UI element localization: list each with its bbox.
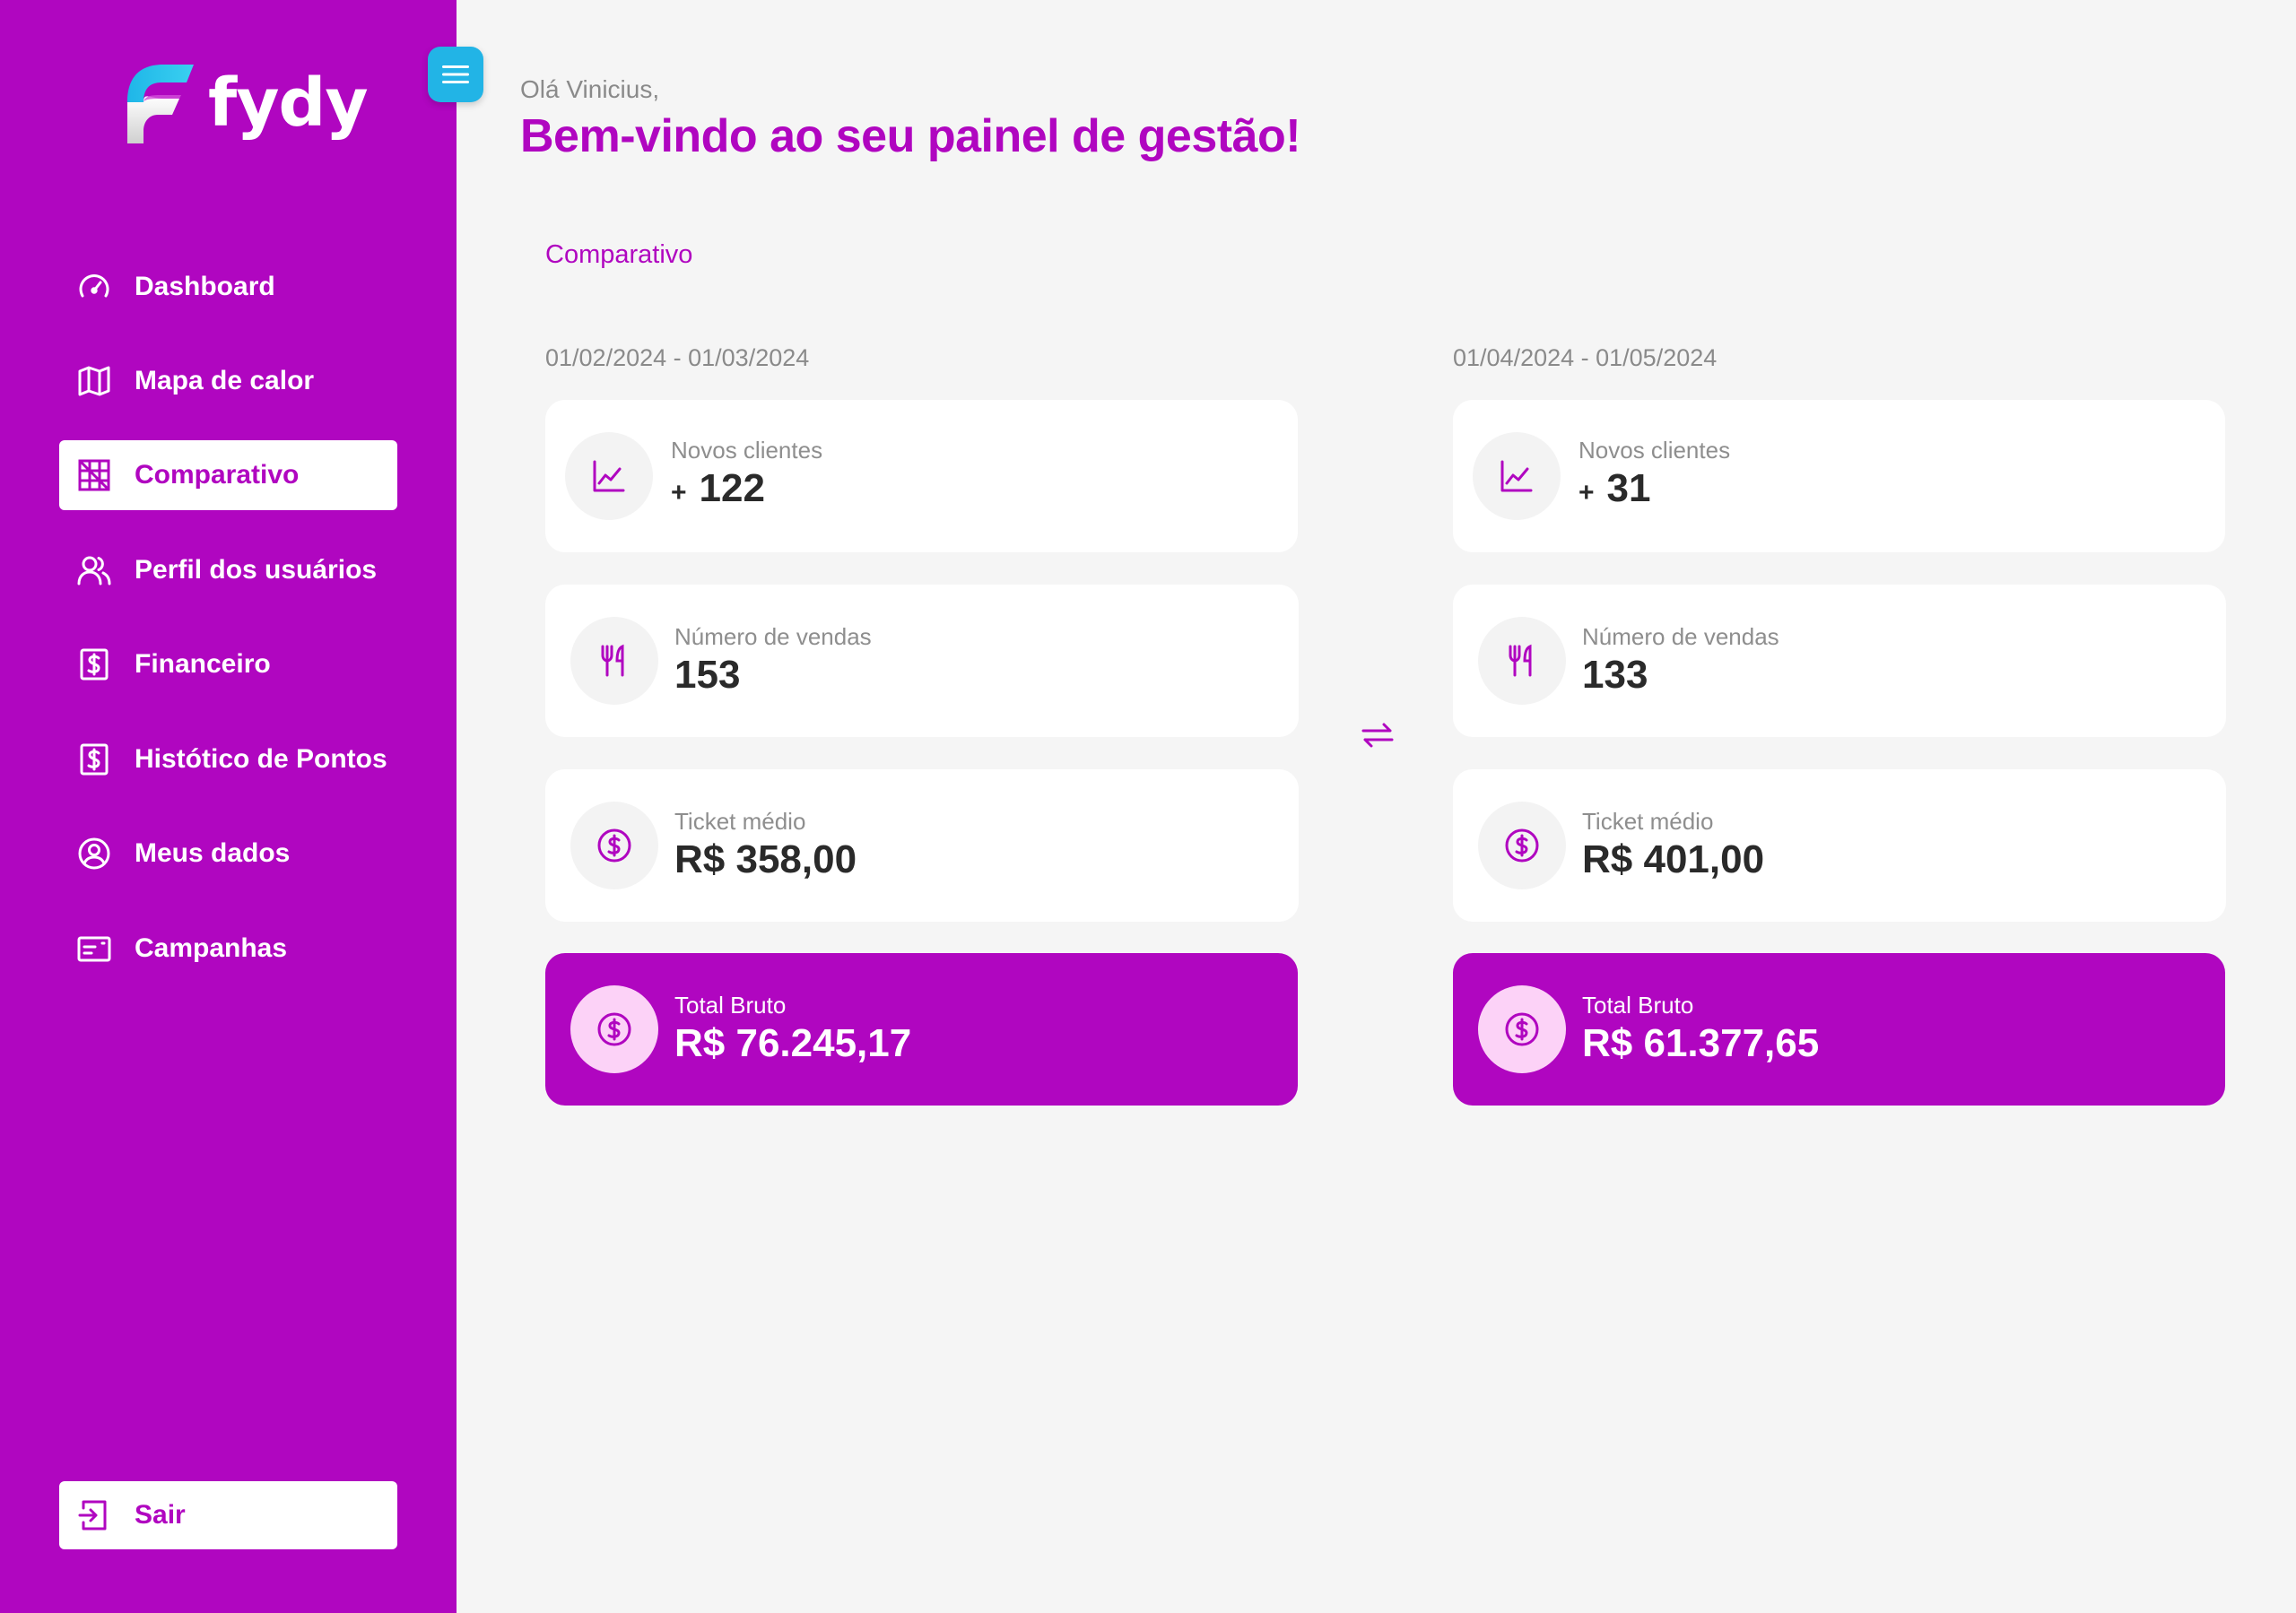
plus-sign: + bbox=[671, 477, 687, 507]
id-card-icon bbox=[75, 930, 113, 967]
dollar-circle-icon bbox=[597, 828, 631, 863]
card-value-row: + 31 bbox=[1578, 464, 1730, 517]
card-value: R$ 76.245,17 bbox=[674, 1021, 912, 1065]
dollar-circle-icon bbox=[597, 1012, 631, 1046]
sales-count-card: Número de vendas 133 bbox=[1453, 585, 2226, 737]
menu-toggle-button[interactable] bbox=[428, 47, 483, 102]
sidebar-item-label: Histótico de Pontos bbox=[135, 744, 387, 774]
sidebar-item-label: Comparativo bbox=[135, 460, 300, 490]
dollar-square-icon bbox=[75, 741, 113, 778]
card-icon-wrap bbox=[1478, 802, 1566, 889]
plus-sign: + bbox=[1578, 477, 1595, 507]
sidebar-item-points-history[interactable]: Histótico de Pontos bbox=[59, 724, 397, 794]
card-label: Número de vendas bbox=[1582, 623, 1779, 650]
sidebar-item-label: Mapa de calor bbox=[135, 366, 315, 395]
period-range-1: 01/02/2024 - 01/03/2024 bbox=[545, 344, 810, 371]
card-icon-wrap bbox=[1478, 985, 1566, 1073]
compare-grid-icon bbox=[75, 456, 113, 494]
card-value: 153 bbox=[674, 653, 741, 697]
fydy-logo-icon bbox=[127, 65, 194, 143]
greeting-text: Olá Vinicius, bbox=[520, 75, 660, 103]
card-value-row: + 122 bbox=[671, 464, 822, 517]
dollar-circle-icon bbox=[1505, 1012, 1539, 1046]
sidebar-item-label: Meus dados bbox=[135, 838, 291, 868]
sidebar-item-label: Dashboard bbox=[135, 272, 275, 301]
card-icon-wrap bbox=[570, 617, 658, 705]
sidebar: fydy Dashboard Mapa de calor Comparativo… bbox=[0, 0, 483, 1613]
card-value: R$ 358,00 bbox=[674, 837, 857, 881]
card-value: R$ 61.377,65 bbox=[1582, 1021, 1820, 1065]
average-ticket-card: Ticket médio R$ 358,00 bbox=[545, 769, 1299, 922]
dollar-circle-icon bbox=[1505, 828, 1539, 863]
card-value: 31 bbox=[1606, 465, 1651, 510]
sidebar-item-label: Perfil dos usuários bbox=[135, 555, 378, 585]
line-chart-icon bbox=[593, 460, 625, 492]
card-icon-wrap bbox=[1473, 432, 1561, 520]
new-clients-card: Novos clientes + 31 bbox=[1453, 400, 2225, 552]
gross-total-card: Total Bruto R$ 61.377,65 bbox=[1453, 953, 2225, 1106]
logout-icon bbox=[75, 1496, 113, 1534]
brand-logo[interactable]: fydy bbox=[122, 63, 369, 143]
sidebar-item-label: Financeiro bbox=[135, 649, 271, 679]
users-icon bbox=[75, 551, 113, 589]
dollar-square-icon bbox=[75, 646, 113, 683]
card-value: R$ 401,00 bbox=[1582, 837, 1765, 881]
sidebar-item-label: Campanhas bbox=[135, 933, 288, 963]
card-icon-wrap bbox=[1478, 617, 1566, 705]
sidebar-item-dashboard[interactable]: Dashboard bbox=[59, 252, 397, 322]
card-label: Total Bruto bbox=[674, 992, 787, 1019]
card-icon-wrap bbox=[565, 432, 653, 520]
card-label: Número de vendas bbox=[674, 623, 872, 650]
brand-name: fydy bbox=[208, 65, 369, 142]
card-value: 133 bbox=[1582, 653, 1648, 697]
card-label: Total Bruto bbox=[1582, 992, 1694, 1019]
card-icon-wrap bbox=[570, 802, 658, 889]
page-title: Bem-vindo ao seu painel de gestão! bbox=[520, 110, 1301, 162]
card-icon-wrap bbox=[570, 985, 658, 1073]
app-root: fydy Dashboard Mapa de calor Comparativo… bbox=[0, 0, 2296, 1613]
card-label: Novos clientes bbox=[1578, 436, 1731, 464]
map-icon bbox=[75, 362, 113, 400]
sidebar-item-comparativo[interactable]: Comparativo bbox=[59, 440, 397, 510]
card-label: Ticket médio bbox=[1582, 808, 1714, 835]
average-ticket-card: Ticket médio R$ 401,00 bbox=[1453, 769, 2226, 922]
swap-arrows-icon bbox=[1361, 723, 1394, 748]
user-circle-icon bbox=[75, 835, 113, 872]
period-range-2: 01/04/2024 - 01/05/2024 bbox=[1453, 344, 1718, 371]
hamburger-icon bbox=[442, 65, 469, 83]
gauge-icon bbox=[75, 268, 113, 306]
sales-count-card: Número de vendas 153 bbox=[545, 585, 1299, 737]
card-label: Ticket médio bbox=[674, 808, 806, 835]
logout-label: Sair bbox=[135, 1500, 186, 1530]
gross-total-card: Total Bruto R$ 76.245,17 bbox=[545, 953, 1298, 1106]
logout-button[interactable]: Sair bbox=[59, 1481, 397, 1549]
new-clients-card: Novos clientes + 122 bbox=[545, 400, 1298, 552]
sidebar-item-heatmap[interactable]: Mapa de calor bbox=[59, 346, 397, 416]
sidebar-item-campaigns[interactable]: Campanhas bbox=[59, 914, 397, 984]
section-title: Comparativo bbox=[545, 240, 693, 269]
utensils-icon bbox=[1509, 644, 1532, 677]
sidebar-item-financeiro[interactable]: Financeiro bbox=[59, 629, 397, 699]
sidebar-item-user-profile[interactable]: Perfil dos usuários bbox=[59, 535, 397, 605]
line-chart-icon bbox=[1500, 460, 1533, 492]
swap-periods-button[interactable] bbox=[1360, 717, 1396, 753]
card-value: 122 bbox=[699, 465, 765, 510]
card-label: Novos clientes bbox=[671, 436, 823, 464]
sidebar-item-my-data[interactable]: Meus dados bbox=[59, 819, 397, 889]
utensils-icon bbox=[601, 644, 624, 677]
